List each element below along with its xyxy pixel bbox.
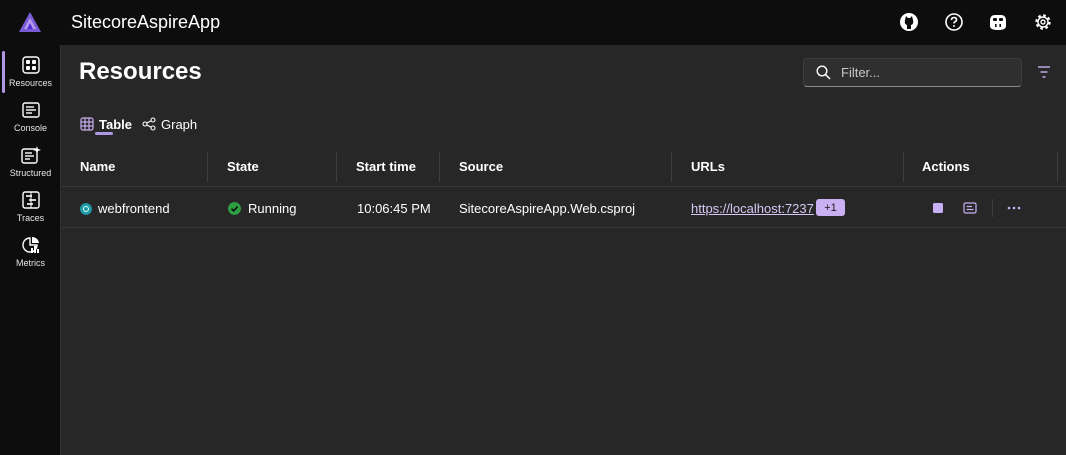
resource-url-link[interactable]: https://localhost:7237	[691, 201, 814, 216]
column-header-start-time[interactable]: Start time	[356, 159, 416, 174]
resource-state: Running	[248, 201, 297, 216]
running-check-icon	[228, 202, 241, 215]
sidebar-item-structured[interactable]: Structured	[0, 141, 61, 183]
sidebar-item-label: Metrics	[16, 258, 45, 268]
sidebar-item-label: Traces	[16, 213, 45, 223]
table-icon	[80, 117, 94, 131]
tab-label: Table	[99, 116, 132, 132]
console-logs-icon[interactable]	[962, 200, 978, 216]
column-divider[interactable]	[439, 152, 440, 182]
header-divider	[62, 186, 1066, 187]
sidebar-item-resources[interactable]: Resources	[0, 51, 61, 93]
settings-icon[interactable]	[1032, 11, 1054, 33]
console-icon	[21, 100, 41, 120]
tab-label: Graph	[161, 116, 198, 132]
resource-source: SitecoreAspireApp.Web.csproj	[459, 201, 636, 216]
search-icon	[816, 65, 832, 81]
column-header-name[interactable]: Name	[80, 159, 115, 174]
column-header-source[interactable]: Source	[459, 159, 503, 174]
resource-name[interactable]: webfrontend	[98, 201, 170, 216]
app-title[interactable]: SitecoreAspireApp	[71, 12, 220, 33]
structured-logs-icon	[20, 145, 41, 165]
traces-icon	[21, 190, 41, 210]
column-divider[interactable]	[207, 152, 208, 182]
more-actions-icon[interactable]	[1006, 200, 1022, 216]
resource-start-time: 10:06:45 PM	[357, 201, 431, 216]
copilot-icon[interactable]	[987, 11, 1009, 33]
filter-field[interactable]	[803, 58, 1022, 87]
filter-options-icon[interactable]	[1036, 64, 1052, 80]
stop-icon[interactable]	[930, 200, 946, 216]
actions-divider	[992, 199, 993, 217]
sidebar-item-traces[interactable]: Traces	[0, 186, 61, 228]
page-title: Resources	[79, 58, 202, 85]
column-divider	[1057, 152, 1058, 182]
tab-graph[interactable]: Graph	[142, 112, 197, 136]
column-header-state[interactable]: State	[227, 159, 259, 174]
resources-icon	[21, 55, 41, 75]
help-icon[interactable]	[943, 11, 965, 33]
sidebar-item-label: Console	[13, 123, 48, 133]
active-tab-indicator	[95, 132, 113, 135]
metrics-icon	[21, 235, 41, 255]
filter-input[interactable]	[841, 65, 1011, 80]
column-divider[interactable]	[671, 152, 672, 182]
aspire-logo-icon[interactable]	[19, 12, 41, 32]
row-divider	[62, 227, 1066, 228]
column-header-urls[interactable]: URLs	[691, 159, 725, 174]
graph-icon	[142, 117, 156, 131]
sidebar-item-metrics[interactable]: Metrics	[0, 231, 61, 273]
project-icon	[80, 203, 92, 215]
sidebar-item-label: Resources	[8, 78, 53, 88]
column-divider[interactable]	[336, 152, 337, 182]
column-divider[interactable]	[903, 152, 904, 182]
sidebar-item-console[interactable]: Console	[0, 96, 61, 138]
github-icon[interactable]	[898, 11, 920, 33]
column-header-actions: Actions	[922, 159, 970, 174]
sidebar: Resources Console Structured Traces Metr…	[0, 45, 61, 455]
sidebar-item-label: Structured	[9, 168, 52, 178]
top-bar: SitecoreAspireApp	[0, 0, 1066, 45]
more-urls-badge[interactable]: +1	[816, 199, 845, 216]
